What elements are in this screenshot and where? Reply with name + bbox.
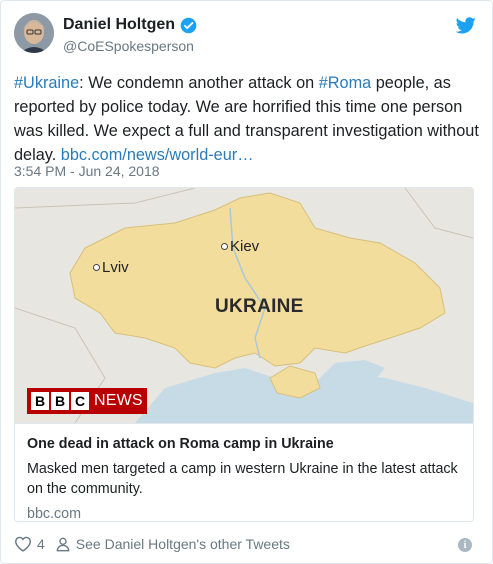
bbc-news-logo: B B C NEWS [27, 388, 147, 414]
card-title[interactable]: One dead in attack on Roma camp in Ukrai… [27, 434, 461, 454]
tweet-timestamp[interactable]: 3:54 PM - Jun 24, 2018 [14, 163, 160, 179]
bbc-logo-letter: B [51, 392, 69, 410]
city-marker-icon [221, 243, 228, 250]
city-label-kiev: Kiev [230, 238, 260, 255]
map-country-label: UKRAINE [215, 296, 304, 317]
card-description: Masked men targeted a camp in western Uk… [27, 461, 458, 497]
card-map-image[interactable]: Kiev Lviv UKRAINE B B C NEWS [15, 188, 473, 423]
city-label-lviv: Lviv [102, 259, 129, 276]
hashtag-ukraine-link[interactable]: #Ukraine [14, 74, 79, 92]
card-domain: bbc.com [27, 506, 82, 522]
bbc-logo-news: NEWS [94, 392, 143, 409]
avatar[interactable] [14, 13, 54, 53]
link-preview-card[interactable]: Kiev Lviv UKRAINE B B C NEWS One dead in… [14, 187, 474, 522]
person-icon [55, 536, 71, 552]
heart-icon[interactable] [14, 536, 32, 552]
tweet-actions: 4 See Daniel Holtgen's other Tweets [14, 536, 290, 552]
other-tweets-link[interactable]: See Daniel Holtgen's other Tweets [76, 536, 290, 552]
map-city-kiev: Kiev [221, 238, 259, 255]
author-handle[interactable]: @CoESpokesperson [63, 38, 194, 54]
bbc-logo-letter: C [71, 392, 89, 410]
article-url-link[interactable]: bbc.com/news/world-eur… [61, 146, 254, 164]
like-count[interactable]: 4 [37, 536, 45, 552]
tweet-text: #Ukraine: We condemn another attack on #… [14, 71, 479, 167]
tweet-text-part-1: : We condemn another attack on [79, 74, 319, 92]
avatar-image [14, 13, 54, 53]
author-display-name[interactable]: Daniel Holtgen [63, 16, 175, 34]
hashtag-roma-link[interactable]: #Roma [319, 74, 372, 92]
card-body[interactable]: One dead in attack on Roma camp in Ukrai… [15, 423, 473, 522]
twitter-bird-icon[interactable] [455, 17, 476, 34]
info-icon[interactable]: i [458, 538, 472, 552]
bbc-logo-letter: B [31, 392, 49, 410]
verified-badge-icon [180, 17, 197, 34]
city-marker-icon [93, 264, 100, 271]
map-city-lviv: Lviv [93, 259, 129, 276]
embedded-tweet: Daniel Holtgen @CoESpokesperson #Ukraine… [0, 0, 493, 564]
author-name-row[interactable]: Daniel Holtgen [63, 16, 197, 34]
